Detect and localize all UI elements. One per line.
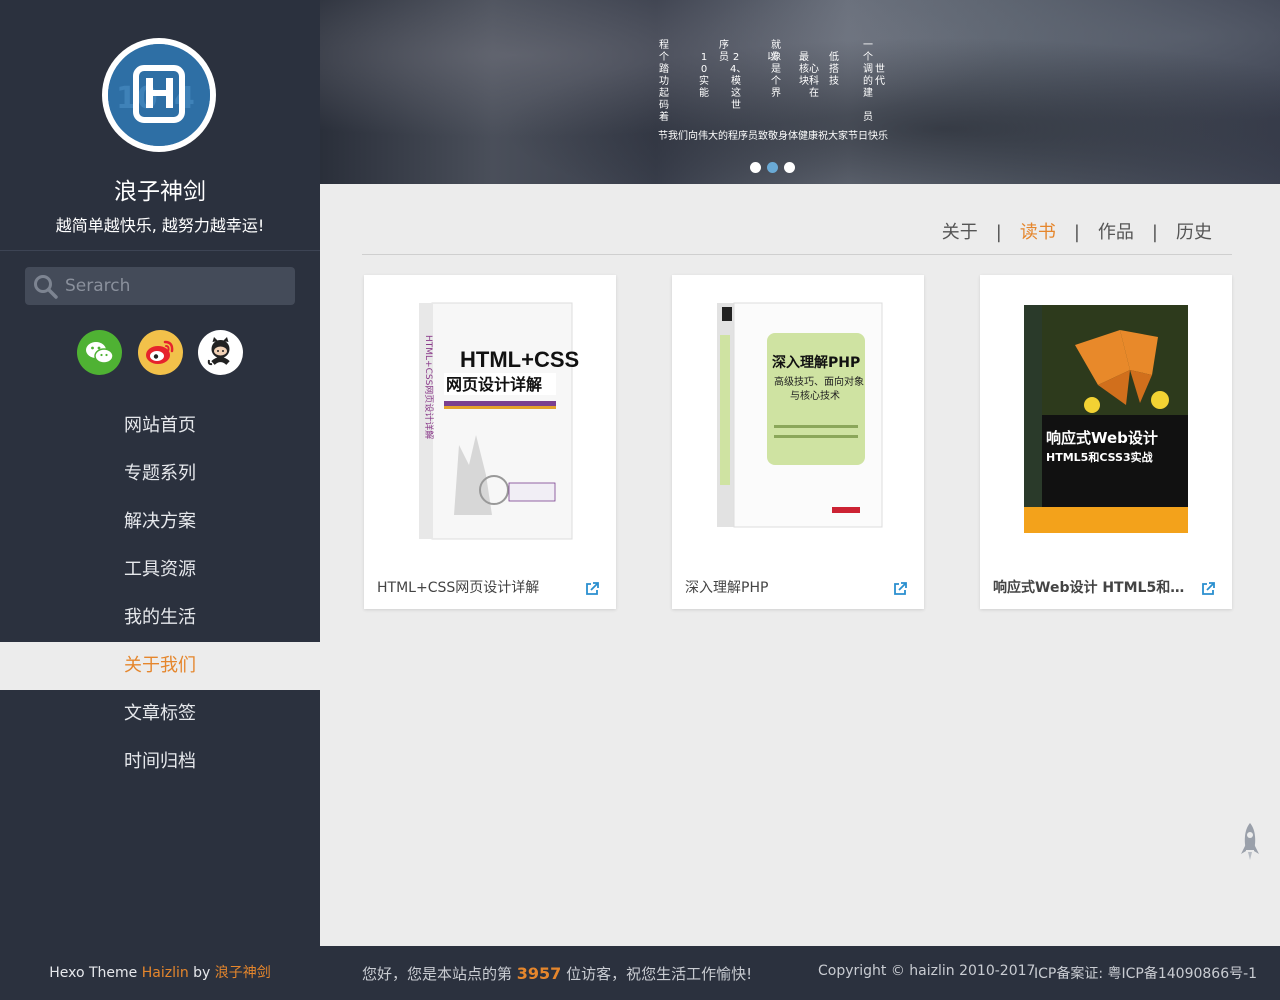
tab-works[interactable]: 作品 [1098,218,1134,244]
divider [0,250,320,251]
visitor-prefix: 您好，您是本站点的第 [362,965,517,983]
site-title: 浪子神剑 [114,179,206,205]
weibo-icon[interactable] [138,330,183,375]
avatar[interactable]: 10 4 [102,38,216,152]
poem-column: 以 [767,52,777,63]
visitor-suffix: 位访客，祝您生活工作愉快! [561,965,753,983]
poem-column: 就像是个界 [771,40,781,99]
svg-text:深入理解PHP: 深入理解PHP [772,354,860,371]
book-title[interactable]: 深入理解PHP [685,577,885,597]
svg-text:HTML+CSS网页设计详解: HTML+CSS网页设计详解 [423,335,435,439]
sidebar-item-archive[interactable]: 时间归档 [0,738,320,786]
icp-link[interactable]: ICP备案证: 粤ICP备14090866号-1 [1034,963,1257,983]
poem-column: 低搭技 [829,52,839,87]
tab-separator: | [1151,222,1158,243]
poem-column: 24、模这世 [730,52,747,111]
poem-column: 心科在 [809,64,819,99]
sidebar-nav: 网站首页 专题系列 解决方案 工具资源 我的生活 关于我们 文章标签 时间归档 [0,402,320,786]
author-link[interactable]: 浪子神剑 [215,965,271,981]
search-icon[interactable] [33,274,59,300]
site-motto: 越简单越快乐, 越努力越幸运! [55,216,265,235]
tab-separator: | [995,222,1002,243]
svg-text:HTML5和CSS3实战: HTML5和CSS3实战 [1046,450,1153,464]
carousel-dot-active[interactable] [767,162,778,173]
svg-text:网页设计详解: 网页设计详解 [446,375,542,394]
sidebar: 10 4 浪子神剑 越简单越快乐, 越努力越幸运! Serarch 网站首页 专… [0,0,320,1000]
book-cover-image: 深入理解PHP 高级技巧、面向对象 与核心技术 [717,302,883,528]
wechat-icon[interactable] [77,330,122,375]
external-link-icon[interactable] [892,581,908,597]
carousel-dot[interactable] [750,162,761,173]
book-title[interactable]: HTML+CSS网页设计详解 [377,577,577,597]
footer-bar: 您好，您是本站点的第 3957 位访客，祝您生活工作愉快! Copyright … [320,946,1280,1000]
visitor-count: 3957 [516,964,562,983]
book-card[interactable]: 响应式Web设计 HTML5和CSS3实战 响应式Web设计 HTML5和CSS… [980,275,1232,609]
banner-carousel[interactable]: 程个踏功起码着 序员 10实能 24、模这世 就像是个界 以 最核块 心科在 低… [320,0,1280,184]
carousel-dots [750,158,801,177]
poem-column: 序员 [719,40,729,63]
external-link-icon[interactable] [584,581,600,597]
poem-column: 世代 [875,64,885,87]
footer-prefix: Hexo Theme [49,965,142,981]
tab-about[interactable]: 关于 [942,218,978,244]
poem-column: 一个调的建 [863,40,873,99]
poem-column: 员 [863,112,873,123]
copyright: Copyright © haizlin 2010-2017 [818,963,1036,979]
tab-reading[interactable]: 读书 [1020,218,1056,244]
logo-icon: 10 4 [108,44,210,146]
content-tabs: 关于 | 读书 | 作品 | 历史 [362,210,1232,255]
sidebar-item-topics[interactable]: 专题系列 [0,450,320,498]
sidebar-item-home[interactable]: 网站首页 [0,402,320,450]
book-title[interactable]: 响应式Web设计 HTML5和CSS3实战 [993,577,1193,597]
sidebar-item-life[interactable]: 我的生活 [0,594,320,642]
banner-caption: 节我们向伟大的程序员致敬身体健康祝大家节日快乐 [658,131,888,142]
footer-by: by [188,965,215,981]
external-link-icon[interactable] [1200,581,1216,597]
tab-history[interactable]: 历史 [1176,218,1212,244]
carousel-dot[interactable] [784,162,795,173]
svg-text:HTML+CSS: HTML+CSS [460,347,579,372]
book-cover-image: HTML+CSS网页设计详解 HTML+CSS 网页设计详解 [419,302,579,540]
book-cover-image: 响应式Web设计 HTML5和CSS3实战 [1024,305,1188,533]
banner-poem: 程个踏功起码着 序员 10实能 24、模这世 就像是个界 以 最核块 心科在 低… [658,40,898,124]
svg-text:响应式Web设计: 响应式Web设计 [1046,429,1158,447]
svg-text:与核心技术: 与核心技术 [790,389,840,402]
sidebar-item-about[interactable]: 关于我们 [0,642,320,690]
book-card[interactable]: HTML+CSS网页设计详解 HTML+CSS 网页设计详解 HTML+CSS网… [364,275,616,609]
svg-text:高级技巧、面向对象: 高级技巧、面向对象 [774,375,864,388]
sidebar-item-tools[interactable]: 工具资源 [0,546,320,594]
visitor-message: 您好，您是本站点的第 3957 位访客，祝您生活工作愉快! [362,963,752,984]
book-card[interactable]: 深入理解PHP 高级技巧、面向对象 与核心技术 深入理解PHP [672,275,924,609]
rocket-icon[interactable] [1238,822,1262,866]
tab-separator: | [1073,222,1080,243]
sidebar-item-solutions[interactable]: 解决方案 [0,498,320,546]
sidebar-footer: Hexo Theme Haizlin by 浪子神剑 [0,962,320,982]
theme-link[interactable]: Haizlin [142,965,189,981]
sidebar-item-tags[interactable]: 文章标签 [0,690,320,738]
search-input[interactable] [65,267,285,305]
poem-column: 程个踏功起码着 [659,40,669,123]
poem-column: 10实能 [699,52,709,99]
search-box [25,267,295,305]
github-icon[interactable] [198,330,243,375]
